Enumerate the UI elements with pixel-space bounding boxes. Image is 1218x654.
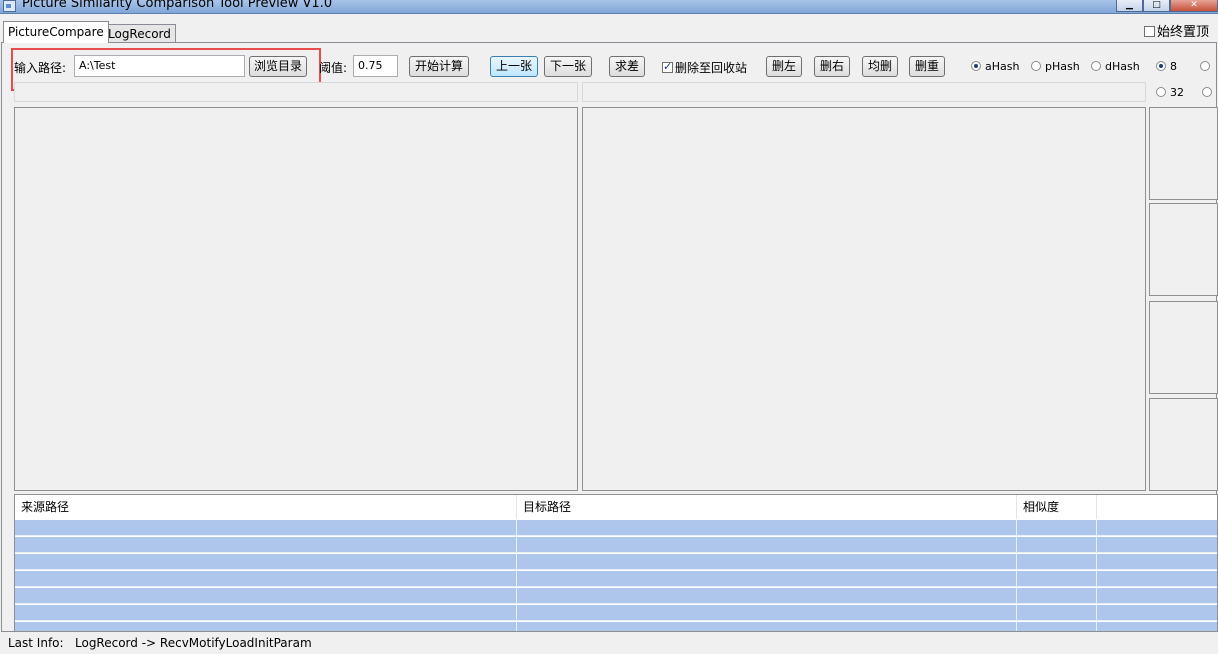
radio-size-32-label: 32 <box>1170 86 1184 99</box>
left-path-strip <box>14 82 578 102</box>
table-cell <box>517 554 1017 570</box>
table-cell <box>1097 554 1217 570</box>
tab-picturecompare[interactable]: PictureCompare <box>3 21 109 43</box>
radio-dhash-label: dHash <box>1105 60 1140 73</box>
threshold-label: 阈值: <box>319 61 348 75</box>
table-cell <box>1017 537 1097 553</box>
status-label: Last Info: <box>8 636 64 650</box>
table-cell <box>517 520 1017 536</box>
table-row[interactable] <box>15 588 1217 604</box>
radio-ahash-icon[interactable] <box>971 61 981 71</box>
delete-both-button[interactable]: 均删 <box>862 56 898 77</box>
radio-phash-label: pHash <box>1045 60 1080 73</box>
table-cell <box>517 588 1017 604</box>
thumbnail-3[interactable] <box>1149 301 1218 394</box>
table-cell <box>15 571 517 587</box>
status-value: LogRecord -> RecvMotifyLoadInitParam <box>75 636 312 650</box>
table-cell <box>1097 622 1217 631</box>
minimize-icon: ▁ <box>1126 0 1133 10</box>
table-cell <box>15 605 517 621</box>
radio-phash-icon[interactable] <box>1031 61 1041 71</box>
table-cell <box>517 571 1017 587</box>
delete-duplicates-button[interactable]: 删重 <box>909 56 945 77</box>
radio-ahash[interactable]: aHash <box>971 60 1019 73</box>
table-cell <box>1097 605 1217 621</box>
recycle-check-icon[interactable] <box>662 60 673 73</box>
table-cell <box>15 622 517 631</box>
table-row[interactable] <box>15 537 1217 553</box>
column-header-similarity[interactable]: 相似度 <box>1017 495 1097 519</box>
table-cell <box>1097 571 1217 587</box>
radio-extra-bottom[interactable] <box>1202 86 1216 99</box>
column-header-source[interactable]: 来源路径 <box>15 495 517 519</box>
column-header-extra[interactable] <box>1097 495 1217 519</box>
table-cell <box>1097 520 1217 536</box>
radio-dhash[interactable]: dHash <box>1091 60 1140 73</box>
recycle-checkbox[interactable]: 删除至回收站 <box>662 59 747 76</box>
radio-size-8-label: 8 <box>1170 60 1177 73</box>
prev-button[interactable]: 上一张 <box>490 56 538 77</box>
app-icon <box>3 0 16 12</box>
left-image-panel[interactable] <box>14 107 578 491</box>
table-row[interactable] <box>15 520 1217 536</box>
maximize-button[interactable]: □ <box>1143 0 1170 12</box>
table-cell <box>1017 571 1097 587</box>
start-button[interactable]: 开始计算 <box>409 56 469 77</box>
diff-button[interactable]: 求差 <box>609 56 645 77</box>
next-button[interactable]: 下一张 <box>544 56 592 77</box>
thumbnail-2[interactable] <box>1149 203 1218 296</box>
result-table[interactable]: 来源路径 目标路径 相似度 <box>14 494 1218 632</box>
table-cell <box>1017 588 1097 604</box>
table-cell <box>15 537 517 553</box>
always-on-top-checkbox[interactable]: 始终置顶 <box>1144 21 1209 40</box>
close-button[interactable]: ✕ <box>1170 0 1218 12</box>
table-cell <box>1097 537 1217 553</box>
thumbnail-4[interactable] <box>1149 398 1218 491</box>
window-title: Picture Similarity Comparison Tool Previ… <box>22 0 333 11</box>
table-cell <box>1017 554 1097 570</box>
close-icon: ✕ <box>1190 0 1198 10</box>
table-cell <box>517 605 1017 621</box>
radio-ahash-label: aHash <box>985 60 1020 73</box>
title-bar[interactable]: Picture Similarity Comparison Tool Previ… <box>0 0 1218 14</box>
table-row[interactable] <box>15 622 1217 631</box>
radio-phash[interactable]: pHash <box>1031 60 1080 73</box>
minimize-button[interactable]: ▁ <box>1116 0 1143 12</box>
threshold-input[interactable]: 0.75 <box>353 55 398 77</box>
radio-size-32[interactable]: 32 <box>1156 86 1184 99</box>
delete-right-button[interactable]: 删右 <box>814 56 850 77</box>
radio-extra-top[interactable] <box>1200 60 1214 73</box>
table-row[interactable] <box>15 571 1217 587</box>
table-cell <box>517 622 1017 631</box>
table-cell <box>15 520 517 536</box>
maximize-icon: □ <box>1152 0 1161 10</box>
table-cell <box>1017 605 1097 621</box>
always-on-top-box[interactable] <box>1144 26 1155 37</box>
table-cell <box>1017 622 1097 631</box>
tab-logrecord[interactable]: LogRecord <box>103 24 176 43</box>
delete-left-button[interactable]: 删左 <box>766 56 802 77</box>
table-row[interactable] <box>15 605 1217 621</box>
recycle-label: 删除至回收站 <box>675 61 748 75</box>
always-on-top-label: 始终置顶 <box>1157 25 1210 40</box>
right-image-panel[interactable] <box>582 107 1146 491</box>
table-cell <box>15 588 517 604</box>
column-header-target[interactable]: 目标路径 <box>517 495 1017 519</box>
radio-size-8-icon[interactable] <box>1156 61 1166 71</box>
thumbnail-1[interactable] <box>1149 107 1218 200</box>
radio-extra-top-icon[interactable] <box>1200 61 1210 71</box>
radio-dhash-icon[interactable] <box>1091 61 1101 71</box>
table-cell <box>15 554 517 570</box>
table-row[interactable] <box>15 554 1217 570</box>
table-cell <box>1097 588 1217 604</box>
table-cell <box>1017 520 1097 536</box>
radio-size-32-icon[interactable] <box>1156 87 1166 97</box>
table-cell <box>517 537 1017 553</box>
radio-extra-bottom-icon[interactable] <box>1202 87 1212 97</box>
radio-size-8[interactable]: 8 <box>1156 60 1177 73</box>
right-path-strip <box>582 82 1146 102</box>
